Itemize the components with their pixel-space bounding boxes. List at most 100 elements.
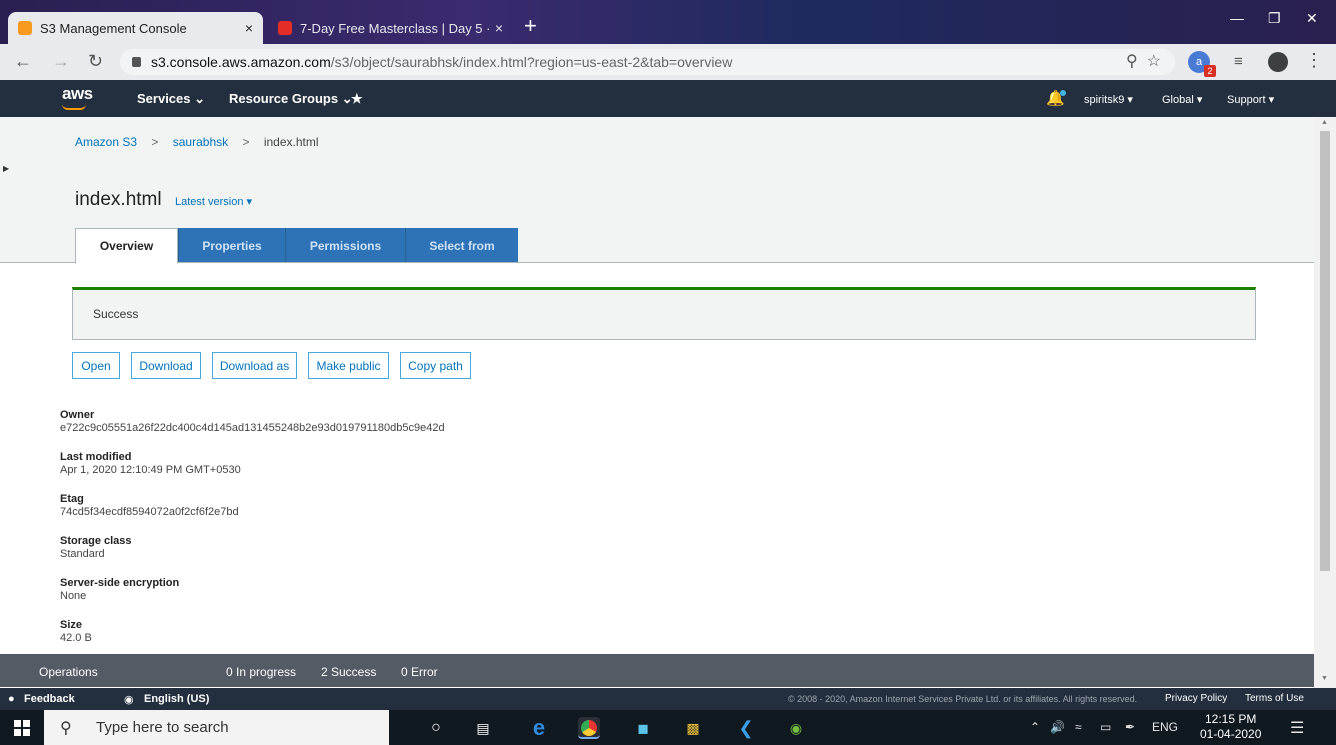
s3-object-page: ▶ Amazon S3 > saurabhsk > index.html ind… xyxy=(0,117,1314,654)
zoom-icon[interactable]: ⚲ ☆ xyxy=(1126,51,1161,71)
tab-masterclass[interactable]: 7-Day Free Masterclass | Day 5 · × xyxy=(268,12,513,44)
edge-icon[interactable]: e xyxy=(528,717,550,739)
user-menu[interactable]: spiritsk9 ▾ xyxy=(1084,93,1133,106)
pin-icon[interactable]: ★ xyxy=(351,91,363,107)
vscode-icon[interactable]: ❮ xyxy=(735,717,757,739)
download-button[interactable]: Download xyxy=(131,352,201,379)
tab-permissions[interactable]: Permissions xyxy=(285,228,405,263)
system-clock[interactable]: 12:15 PM 01-04-2020 xyxy=(1200,712,1261,742)
profile-avatar-icon[interactable] xyxy=(1268,52,1288,72)
scrollbar-thumb[interactable] xyxy=(1320,131,1330,571)
url-path: /s3/object/saurabhsk/index.html?region=u… xyxy=(330,54,733,70)
windows-start-icon[interactable] xyxy=(14,720,30,736)
tray-chevron-icon[interactable]: ⌃ xyxy=(1030,720,1040,734)
battery-icon[interactable]: ▭ xyxy=(1100,720,1111,734)
operations-label: Operations xyxy=(39,665,98,679)
page-scrollbar[interactable]: ▲ ▼ xyxy=(1314,117,1336,688)
more-menu-icon[interactable]: ⋮ xyxy=(1305,50,1323,71)
property-owner: Owner e722c9c05551a26f22dc400c4d145ad131… xyxy=(60,409,660,435)
property-value: Apr 1, 2020 12:10:49 PM GMT+0530 xyxy=(60,464,241,476)
property-value: None xyxy=(60,590,87,602)
tab-title: S3 Management Console xyxy=(40,20,187,36)
feedback-icon[interactable]: ● xyxy=(8,693,15,705)
scroll-down-icon[interactable]: ▼ xyxy=(1321,675,1328,682)
new-tab-button[interactable]: + xyxy=(524,14,537,38)
download-as-button[interactable]: Download as xyxy=(212,352,297,379)
property-label: Storage class xyxy=(60,535,132,547)
breadcrumb-object: index.html xyxy=(263,135,319,149)
version-dropdown[interactable]: Latest version ▾ xyxy=(175,195,252,208)
make-public-button[interactable]: Make public xyxy=(308,352,389,379)
flash-message: Success xyxy=(93,307,139,321)
url-input[interactable]: s3.console.aws.amazon.com/s3/object/saur… xyxy=(120,49,1175,75)
task-view-icon[interactable]: ▤ xyxy=(472,717,494,739)
tab-s3-console[interactable]: S3 Management Console × xyxy=(8,12,263,44)
property-label: Size xyxy=(60,619,83,631)
breadcrumb-bucket[interactable]: saurabhsk xyxy=(173,135,228,149)
language-selector[interactable]: English (US) xyxy=(144,693,209,705)
overview-panel: Success Open Download Download as Make p… xyxy=(0,263,1314,654)
extension-badge-count: 2 xyxy=(1204,65,1216,77)
tab-properties[interactable]: Properties xyxy=(178,228,285,263)
aws-console-header: aws Services ⌄ Resource Groups ⌄ ★ 🔔 spi… xyxy=(0,80,1336,117)
extension-icon[interactable]: a2 xyxy=(1188,51,1216,77)
property-label: Server-side encryption xyxy=(60,577,180,589)
property-value: Standard xyxy=(60,548,105,560)
open-button[interactable]: Open xyxy=(72,352,120,379)
operations-bar[interactable]: Operations 0 In progress 2 Success 0 Err… xyxy=(0,654,1314,687)
wifi-icon[interactable]: ≈ xyxy=(1075,720,1082,734)
success-flash: Success xyxy=(72,287,1256,340)
close-window-icon[interactable]: ✕ xyxy=(1306,10,1318,27)
tab-close-icon[interactable]: × xyxy=(495,20,503,36)
aws-smile-icon xyxy=(62,104,86,110)
volume-icon[interactable]: 🔊 xyxy=(1050,720,1065,734)
minimize-icon[interactable]: — xyxy=(1230,10,1244,26)
copy-path-button[interactable]: Copy path xyxy=(400,352,471,379)
youtube-favicon-icon xyxy=(278,21,292,35)
feedback-link[interactable]: Feedback xyxy=(24,693,75,705)
copyright-text: © 2008 - 2020, Amazon Internet Services … xyxy=(788,694,1138,704)
forward-arrow-icon[interactable]: → xyxy=(52,52,70,70)
property-etag: Etag 74cd5f34ecdf8594072a0f2cf6f2e7bd xyxy=(60,493,660,519)
browser-tab-bar: S3 Management Console × 7-Day Free Maste… xyxy=(0,0,1336,44)
operations-success: 2 Success xyxy=(321,665,377,679)
property-last-modified: Last modified Apr 1, 2020 12:10:49 PM GM… xyxy=(60,451,660,477)
breadcrumb-amazon-s3[interactable]: Amazon S3 xyxy=(75,135,137,149)
chrome-icon[interactable] xyxy=(578,717,600,739)
tab-select-from[interactable]: Select from xyxy=(405,228,518,263)
property-value: 42.0 B xyxy=(60,632,92,644)
restore-icon[interactable]: ❐ xyxy=(1268,10,1281,27)
breadcrumb: Amazon S3 > saurabhsk > index.html xyxy=(75,135,319,149)
privacy-policy-link[interactable]: Privacy Policy xyxy=(1165,693,1227,704)
media-control-icon[interactable]: ≡ xyxy=(1234,53,1243,71)
property-label: Etag xyxy=(60,493,84,505)
file-explorer-icon[interactable]: ▩ xyxy=(682,717,704,739)
property-label: Owner xyxy=(60,409,95,421)
notification-dot xyxy=(1060,90,1066,96)
page-title: index.html xyxy=(75,189,162,210)
scroll-up-icon[interactable]: ▲ xyxy=(1321,119,1328,126)
terms-of-use-link[interactable]: Terms of Use xyxy=(1245,693,1304,704)
property-value: 74cd5f34ecdf8594072a0f2cf6f2e7bd xyxy=(60,506,239,518)
operations-error: 0 Error xyxy=(401,665,438,679)
back-arrow-icon[interactable]: ← xyxy=(14,52,32,70)
tab-close-icon[interactable]: × xyxy=(245,20,253,36)
app-icon[interactable]: ◼ xyxy=(632,717,654,739)
tab-overview[interactable]: Overview xyxy=(75,228,178,264)
aws-favicon-icon xyxy=(18,21,32,35)
language-indicator[interactable]: ENG xyxy=(1152,720,1178,734)
pen-icon[interactable]: ✒ xyxy=(1125,720,1135,734)
breadcrumb-separator: > xyxy=(151,135,159,149)
resource-groups-menu[interactable]: Resource Groups ⌄ xyxy=(229,91,353,107)
android-studio-icon[interactable]: ◉ xyxy=(785,717,807,739)
cortana-icon[interactable]: ○ xyxy=(425,717,447,739)
region-menu[interactable]: Global ▾ xyxy=(1162,93,1202,106)
reload-icon[interactable]: ↻ xyxy=(88,52,103,70)
services-menu[interactable]: Services ⌄ xyxy=(137,91,205,107)
sidebar-toggle-icon[interactable]: ▶ xyxy=(0,159,16,181)
taskbar-search-input[interactable]: ⚲ Type here to search xyxy=(44,710,389,745)
notifications-icon[interactable]: ☰ xyxy=(1290,718,1304,738)
property-size: Size 42.0 B xyxy=(60,619,660,645)
support-menu[interactable]: Support ▾ xyxy=(1227,93,1274,106)
aws-logo[interactable]: aws xyxy=(62,84,93,104)
